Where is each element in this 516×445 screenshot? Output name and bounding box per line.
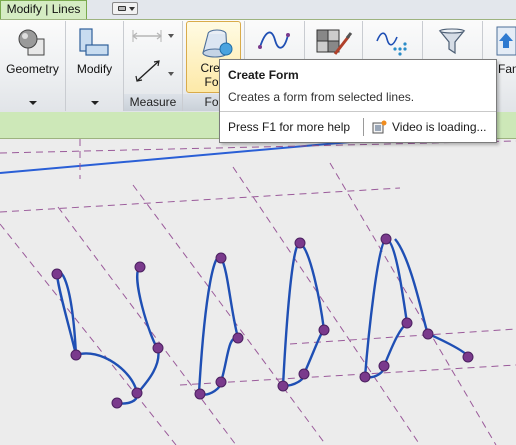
load-family-icon[interactable] [493, 25, 516, 59]
vertex-handle[interactable] [232, 332, 244, 344]
measure-icon[interactable] [132, 56, 176, 86]
vertex-handle[interactable] [378, 360, 390, 372]
tooltip-title: Create Form [228, 68, 299, 82]
ribbon-tab-bar: Modify | Lines [0, 0, 516, 19]
vertex-handle[interactable] [134, 261, 146, 273]
tooltip-separator [363, 118, 364, 136]
vertex-handle[interactable] [277, 380, 289, 392]
tooltip-divider [220, 111, 496, 112]
create-form-tooltip: Create Form Creates a form from selected… [219, 59, 497, 143]
measure-panel: Measure [124, 21, 183, 111]
vertex-handle[interactable] [294, 237, 306, 249]
family-label[interactable]: Fam [498, 62, 516, 76]
tab-dropdown-icon[interactable] [112, 2, 138, 15]
canvas-background [0, 139, 516, 445]
filter-icon[interactable] [437, 27, 467, 57]
geometry-panel: Geometry [0, 21, 66, 111]
modify-icon[interactable] [78, 27, 110, 59]
spline-icon[interactable] [257, 27, 291, 55]
vertex-handle[interactable] [111, 397, 123, 409]
vertex-handle[interactable] [152, 342, 164, 354]
vertex-handle[interactable] [215, 252, 227, 264]
drawing-canvas[interactable] [0, 139, 516, 445]
vertex-handle[interactable] [51, 268, 63, 280]
tooltip-help-text: Press F1 for more help [228, 120, 351, 134]
create-form-icon [202, 29, 233, 58]
vertex-handle[interactable] [194, 388, 206, 400]
vertex-handle[interactable] [359, 371, 371, 383]
vertex-handle[interactable] [131, 387, 143, 399]
measure-panel-title: Measure [124, 94, 182, 111]
tab-modify-lines[interactable]: Modify | Lines [0, 0, 87, 19]
vertex-handle[interactable] [318, 324, 330, 336]
vertex-handle[interactable] [422, 328, 434, 340]
tooltip-description: Creates a form from selected lines. [228, 90, 415, 104]
vertex-handle[interactable] [380, 233, 392, 245]
chevron-down-icon[interactable] [28, 101, 37, 105]
aligned-dimension-icon[interactable] [130, 28, 174, 44]
video-icon [372, 120, 387, 134]
vertex-handle[interactable] [215, 376, 227, 388]
chevron-down-icon [129, 7, 135, 11]
geometry-label[interactable]: Geometry [0, 62, 65, 76]
vertex-handle[interactable] [298, 368, 310, 380]
vertex-handle[interactable] [401, 317, 413, 329]
modify-panel: Modify [66, 21, 124, 111]
vertex-handle[interactable] [70, 349, 82, 361]
geometry-icon[interactable] [16, 27, 48, 59]
paint-icon[interactable] [315, 26, 353, 58]
window-icon [118, 6, 126, 11]
modify-label[interactable]: Modify [66, 62, 123, 76]
tooltip-video-status: Video is loading... [392, 120, 487, 134]
vertex-handle[interactable] [462, 351, 474, 363]
chevron-down-icon[interactable] [90, 101, 99, 105]
pick-icon[interactable] [373, 27, 411, 57]
